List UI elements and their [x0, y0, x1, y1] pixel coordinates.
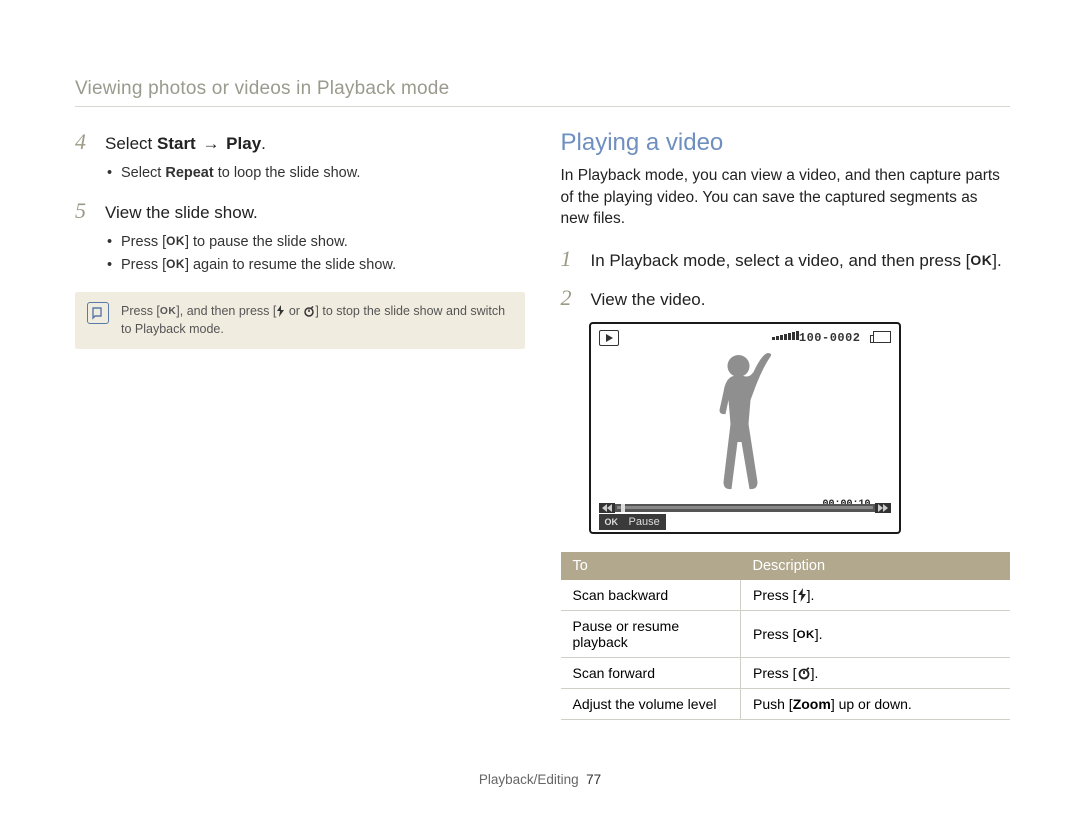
- flash-icon: [797, 588, 807, 602]
- page-header-title: Viewing photos or videos in Playback mod…: [75, 78, 1010, 100]
- timer-icon: [303, 305, 315, 317]
- step-2-text: View the video.: [591, 289, 706, 312]
- page-number: 77: [586, 772, 601, 787]
- page-footer: Playback/Editing 77: [0, 772, 1080, 787]
- step-1: 1 In Playback mode, select a video, and …: [561, 248, 1011, 273]
- left-column: 4 Select Start → Play. Select Repeat to …: [75, 129, 525, 720]
- progress-handle: [621, 504, 625, 512]
- bold: Start: [157, 134, 196, 153]
- right-column: Playing a video In Playback mode, you ca…: [561, 129, 1011, 720]
- ok-button-label: OK: [797, 629, 815, 641]
- bullet-item: Select Repeat to loop the slide show.: [107, 162, 525, 184]
- text: .: [261, 134, 266, 153]
- step-5-text: View the slide show.: [105, 202, 258, 225]
- bold: Play: [226, 134, 261, 153]
- pause-label: OK Pause: [599, 514, 666, 530]
- text: Press [: [121, 234, 166, 250]
- step-number: 4: [75, 131, 95, 153]
- text: ].: [811, 665, 819, 681]
- text: Select: [121, 165, 165, 181]
- header-rule: [75, 106, 1010, 107]
- cell-to: Pause or resume playback: [561, 610, 741, 657]
- section-intro: In Playback mode, you can view a video, …: [561, 165, 1011, 230]
- ok-button-label: OK: [605, 517, 619, 527]
- text: ] again to resume the slide show.: [185, 257, 396, 273]
- progress-track: [617, 506, 873, 509]
- table-row: Adjust the volume level Push [Zoom] up o…: [561, 688, 1011, 719]
- cell-desc: Press [OK].: [741, 610, 1011, 657]
- ok-button-label: OK: [160, 306, 176, 317]
- text: to loop the slide show.: [214, 165, 361, 181]
- flash-icon: [276, 305, 285, 317]
- text: ].: [992, 251, 1001, 270]
- play-mode-icon: [599, 330, 619, 346]
- cell-to: Scan forward: [561, 657, 741, 688]
- step-5: 5 View the slide show.: [75, 200, 525, 225]
- note-icon: [87, 302, 109, 324]
- cell-to: Adjust the volume level: [561, 688, 741, 719]
- volume-bars-icon: [772, 331, 799, 340]
- table-header-to: To: [561, 552, 741, 580]
- bold: Repeat: [165, 165, 213, 181]
- step-4: 4 Select Start → Play.: [75, 131, 525, 156]
- cell-desc: Press [].: [741, 657, 1011, 688]
- bold: Zoom: [793, 696, 831, 712]
- text: Pause: [629, 516, 660, 528]
- person-silhouette: [695, 352, 785, 497]
- step-4-bullets: Select Repeat to loop the slide show.: [107, 162, 525, 184]
- cell-desc: Push [Zoom] up or down.: [741, 688, 1011, 719]
- step-number: 5: [75, 200, 95, 222]
- ok-button-label: OK: [970, 252, 992, 268]
- bullet-item: Press [OK] to pause the slide show.: [107, 231, 525, 253]
- text: ], and then press [: [176, 304, 276, 318]
- video-progress-bar: [599, 504, 891, 512]
- table-row: Scan forward Press [].: [561, 657, 1011, 688]
- ok-button-label: OK: [166, 234, 185, 248]
- footer-section: Playback/Editing: [479, 772, 579, 787]
- cell-desc: Press [].: [741, 580, 1011, 611]
- screen-topbar: 100-0002: [591, 324, 899, 344]
- rewind-icon: [599, 503, 615, 513]
- text: Press [: [121, 304, 160, 318]
- timer-icon: [797, 666, 811, 680]
- cell-to: Scan backward: [561, 580, 741, 611]
- step-1-text: In Playback mode, select a video, and th…: [591, 250, 1002, 273]
- text: Select: [105, 134, 157, 153]
- text: or: [285, 304, 303, 318]
- step-2: 2 View the video.: [561, 287, 1011, 312]
- text: Push [: [753, 696, 793, 712]
- ok-button-label: OK: [166, 257, 185, 271]
- text: ].: [815, 626, 823, 642]
- text: In Playback mode, select a video, and th…: [591, 251, 971, 270]
- step-5-bullets: Press [OK] to pause the slide show. Pres…: [107, 231, 525, 276]
- step-4-text: Select Start → Play.: [105, 133, 266, 156]
- step-number: 1: [561, 248, 581, 270]
- text: ] up or down.: [831, 696, 912, 712]
- section-heading: Playing a video: [561, 129, 1011, 157]
- text: Press [: [121, 257, 166, 273]
- note-callout: Press [OK], and then press [ or ] to sto…: [75, 292, 525, 348]
- forward-icon: [875, 503, 891, 513]
- text: Press [: [753, 587, 797, 603]
- text: Press [: [753, 665, 797, 681]
- text: ].: [807, 587, 815, 603]
- table-row: Scan backward Press [].: [561, 580, 1011, 611]
- table-header-description: Description: [741, 552, 1011, 580]
- step-number: 2: [561, 287, 581, 309]
- table-row: Pause or resume playback Press [OK].: [561, 610, 1011, 657]
- controls-table: To Description Scan backward Press []. P…: [561, 552, 1011, 720]
- text: ] to pause the slide show.: [185, 234, 348, 250]
- card-icon: [873, 331, 891, 343]
- video-screen-mockup: 100-0002 00:00:10 OK Pau: [589, 322, 901, 534]
- file-counter: 100-0002: [799, 331, 861, 345]
- text: Press [: [753, 626, 797, 642]
- arrow-icon: →: [196, 134, 226, 153]
- bullet-item: Press [OK] again to resume the slide sho…: [107, 254, 525, 276]
